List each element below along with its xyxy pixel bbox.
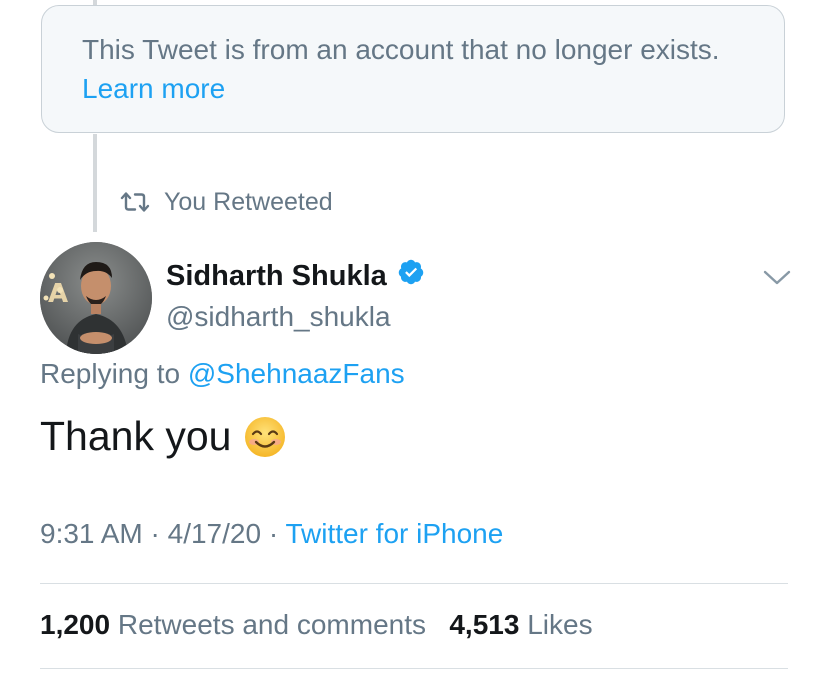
tweet-body: Thank you [40,413,232,459]
unavailable-tweet-message: This Tweet is from an account that no lo… [82,34,720,65]
meta-separator: · [150,518,160,549]
replying-to-label: Replying to [40,358,181,389]
likes-count: 4,513 [449,609,520,640]
unavailable-tweet-notice: This Tweet is from an account that no lo… [41,5,785,133]
author-name[interactable]: Sidharth Shukla [166,260,387,293]
divider [40,583,788,584]
replying-to: Replying to @ShehnaazFans [40,358,405,390]
author-name-row[interactable]: Sidharth Shukla [166,258,425,294]
retweet-icon [120,191,150,213]
chevron-down-icon[interactable] [762,266,792,290]
retweets-stat[interactable]: 1,200 Retweets and comments [40,609,434,640]
smiling-face-emoji-icon [243,415,287,459]
meta-separator: · [268,518,279,549]
reply-mention-link[interactable]: @ShehnaazFans [188,358,405,389]
likes-stat[interactable]: 4,513 Likes [449,609,592,640]
tweet-time: 9:31 AM [40,518,143,549]
verified-badge-icon [397,258,425,294]
retweets-count: 1,200 [40,609,111,640]
author-handle[interactable]: @sidharth_shukla [166,301,391,333]
retweets-label: Retweets and comments [117,609,426,640]
tweet-meta: 9:31 AM · 4/17/20 · Twitter for iPhone [40,518,503,550]
thread-line [93,134,97,232]
avatar[interactable]: A [40,242,152,354]
retweet-context-label: You Retweeted [164,187,333,216]
learn-more-link[interactable]: Learn more [82,73,225,104]
likes-label: Likes [527,609,593,640]
tweet-stats: 1,200 Retweets and comments 4,513 Likes [40,609,593,641]
tweet-text: Thank you [40,413,287,460]
svg-text:A: A [48,279,68,309]
divider [40,668,788,669]
tweet-date: 4/17/20 [167,518,262,549]
tweet-source-link[interactable]: Twitter for iPhone [285,518,503,549]
retweet-context: You Retweeted [120,184,333,220]
